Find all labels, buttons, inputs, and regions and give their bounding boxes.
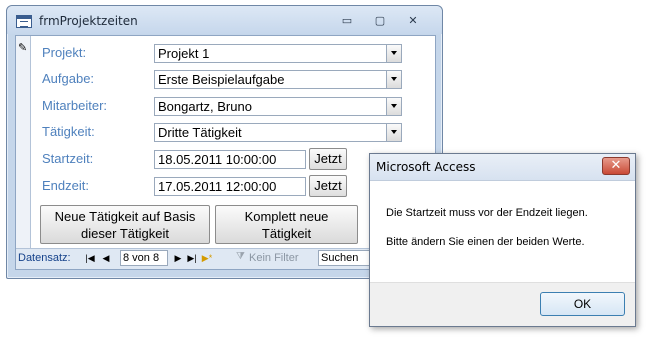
projekt-label: Projekt: bbox=[42, 45, 87, 60]
maximize-icon[interactable]: ▢ bbox=[373, 15, 387, 27]
new-activity-complete-button[interactable]: Komplett neue Tätigkeit bbox=[215, 205, 358, 244]
aufgabe-value: Erste Beispielaufgabe bbox=[158, 72, 285, 87]
aufgabe-combo[interactable]: Erste Beispielaufgabe bbox=[154, 70, 402, 89]
chevron-down-icon[interactable] bbox=[386, 45, 401, 62]
taetigkeit-label: Tätigkeit: bbox=[42, 124, 95, 139]
form-icon bbox=[16, 15, 32, 28]
chevron-down-icon[interactable] bbox=[386, 71, 401, 88]
projekt-value: Projekt 1 bbox=[158, 46, 210, 61]
mitarbeiter-label: Mitarbeiter: bbox=[42, 98, 108, 113]
endzeit-jetzt-button[interactable]: Jetzt bbox=[309, 175, 347, 197]
last-record-icon[interactable]: ▶| bbox=[186, 251, 198, 265]
next-record-icon[interactable]: ▶ bbox=[172, 251, 184, 265]
close-icon[interactable]: ✕ bbox=[406, 15, 420, 27]
new-activity-based-button[interactable]: Neue Tätigkeit auf Basis dieser Tätigkei… bbox=[40, 205, 210, 244]
aufgabe-label: Aufgabe: bbox=[42, 71, 95, 86]
endzeit-field[interactable]: 17.05.2011 12:00:00 bbox=[154, 177, 306, 196]
form-titlebar[interactable]: frmProjektzeiten ▭ ▢ ✕ bbox=[7, 6, 442, 34]
new-activity-complete-line2: Tätigkeit bbox=[261, 226, 312, 241]
dialog-titlebar[interactable]: Microsoft Access ✕ bbox=[370, 154, 635, 181]
new-activity-complete-line1: Komplett neue bbox=[244, 209, 329, 224]
previous-record-icon[interactable]: ◀ bbox=[100, 251, 112, 265]
record-number-field[interactable]: 8 von 8 bbox=[120, 250, 168, 266]
new-activity-based-line1: Neue Tätigkeit auf Basis bbox=[54, 209, 196, 224]
ok-button[interactable]: OK bbox=[540, 292, 625, 316]
message-dialog: Microsoft Access ✕ Die Startzeit muss vo… bbox=[369, 153, 636, 327]
taetigkeit-combo[interactable]: Dritte Tätigkeit bbox=[154, 123, 402, 142]
taetigkeit-value: Dritte Tätigkeit bbox=[158, 125, 242, 140]
startzeit-field[interactable]: 18.05.2011 10:00:00 bbox=[154, 150, 306, 169]
projekt-combo[interactable]: Projekt 1 bbox=[154, 44, 402, 63]
dialog-title: Microsoft Access bbox=[376, 160, 476, 174]
record-selector[interactable]: ✎ bbox=[16, 36, 31, 249]
startzeit-value: 18.05.2011 10:00:00 bbox=[158, 152, 277, 167]
pencil-icon: ✎ bbox=[18, 41, 28, 54]
startzeit-jetzt-button[interactable]: Jetzt bbox=[309, 148, 347, 170]
filter-label[interactable]: Kein Filter bbox=[249, 252, 299, 264]
minimize-icon[interactable]: ▭ bbox=[340, 15, 354, 27]
dialog-message-line1: Die Startzeit muss vor der Endzeit liege… bbox=[386, 207, 588, 219]
filter-icon[interactable]: ⧩ bbox=[236, 251, 245, 262]
new-activity-based-line2: dieser Tätigkeit bbox=[81, 226, 169, 241]
dialog-footer: OK bbox=[370, 282, 635, 326]
endzeit-label: Endzeit: bbox=[42, 178, 89, 193]
chevron-down-icon[interactable] bbox=[386, 98, 401, 115]
record-nav-label: Datensatz: bbox=[18, 252, 71, 264]
mitarbeiter-value: Bongartz, Bruno bbox=[158, 99, 252, 114]
form-title: frmProjektzeiten bbox=[39, 14, 138, 28]
dialog-message-line2: Bitte ändern Sie einen der beiden Werte. bbox=[386, 236, 585, 248]
chevron-down-icon[interactable] bbox=[386, 124, 401, 141]
first-record-icon[interactable]: |◀ bbox=[84, 251, 96, 265]
mitarbeiter-combo[interactable]: Bongartz, Bruno bbox=[154, 97, 402, 116]
startzeit-label: Startzeit: bbox=[42, 151, 94, 166]
endzeit-value: 17.05.2011 12:00:00 bbox=[158, 179, 277, 194]
close-icon[interactable]: ✕ bbox=[602, 157, 630, 175]
new-record-icon[interactable]: ▶* bbox=[201, 251, 213, 265]
